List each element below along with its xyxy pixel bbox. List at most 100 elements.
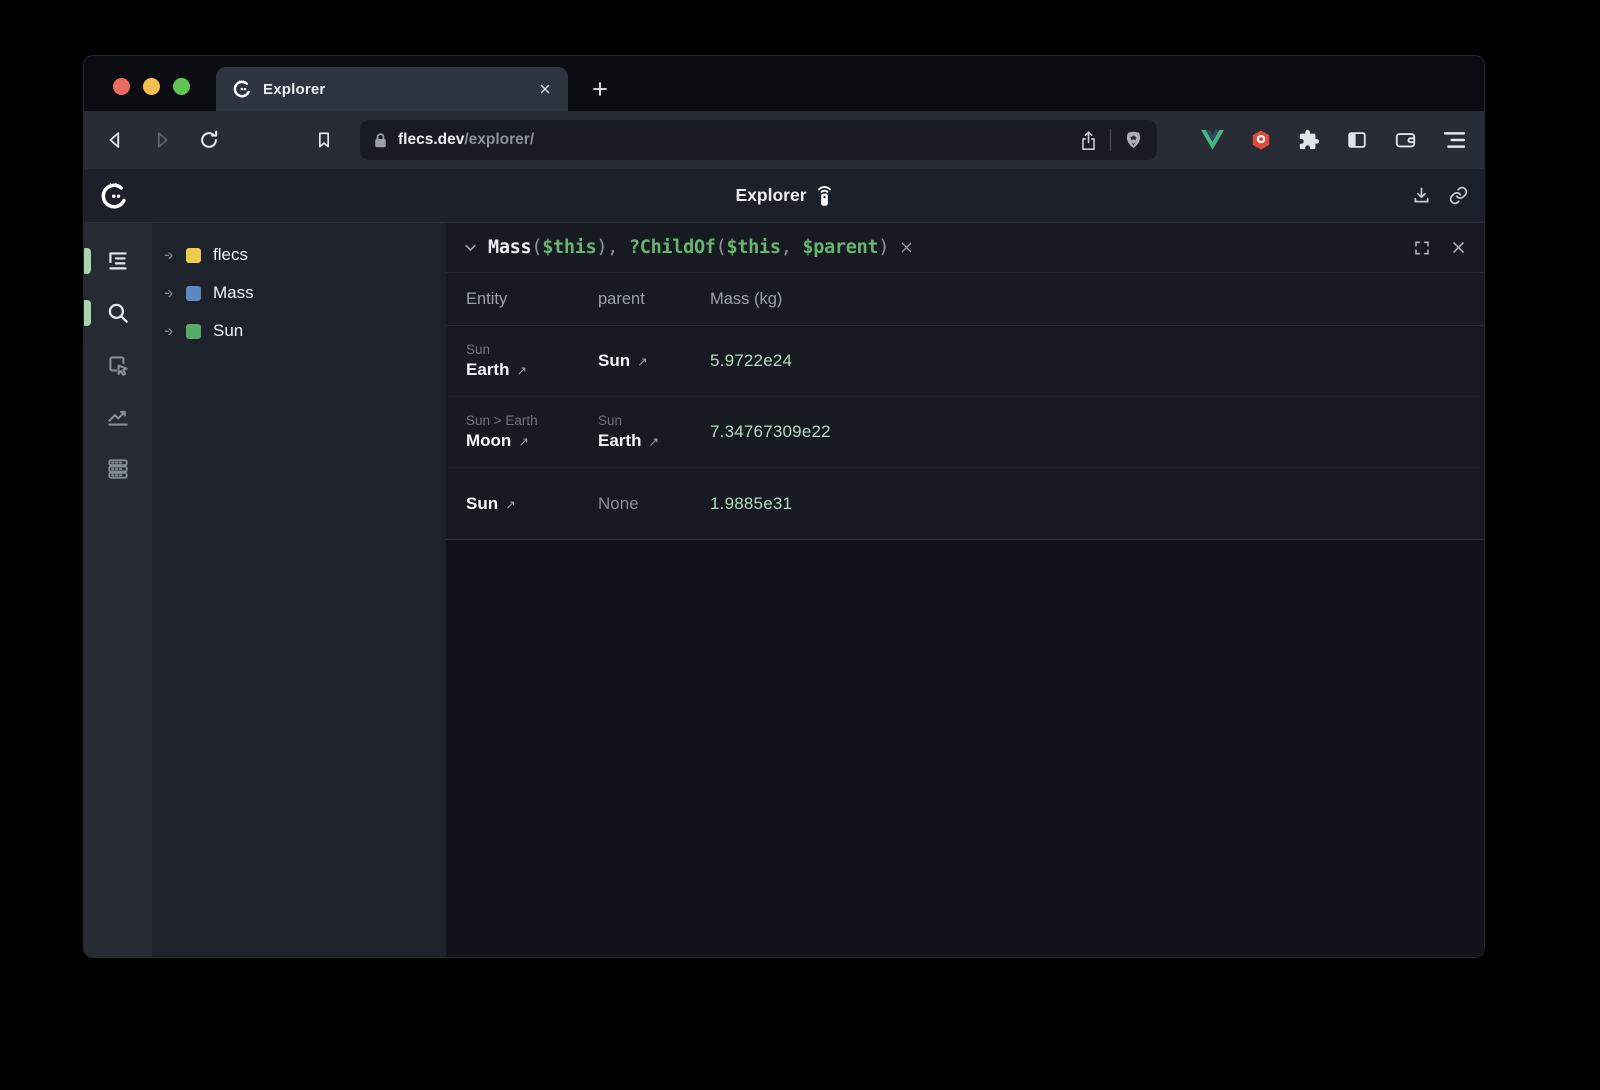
table-row: Sun > Earth Moon↗ Sun Earth↗ 7.34767309e22 — [446, 397, 1484, 468]
entity-link[interactable]: Moon↗ — [466, 431, 590, 451]
extension-icons — [1201, 129, 1466, 151]
tree-item-label: Sun — [213, 321, 243, 341]
bookmark-icon[interactable] — [314, 130, 334, 150]
tab-title: Explorer — [263, 81, 527, 98]
tree-panel-icon — [105, 248, 131, 274]
flecs-favicon-icon — [232, 79, 252, 99]
share-icon[interactable] — [1079, 130, 1098, 151]
lock-icon — [373, 132, 388, 149]
entity-cell: Sun > Earth Moon↗ — [466, 403, 598, 461]
entity-link[interactable]: Earth↗ — [466, 360, 590, 380]
brave-shield-icon[interactable] — [1123, 129, 1144, 151]
parent-cell: Sun Earth↗ — [598, 403, 710, 461]
tab-bar: Explorer — [84, 56, 1484, 111]
browser-window: Explorer flecs.dev /explorer/ — [83, 55, 1485, 958]
query-clear-icon[interactable] — [899, 240, 914, 255]
tree-item-label: flecs — [213, 245, 248, 265]
expand-arrow-icon[interactable]: -› — [164, 245, 186, 265]
back-icon[interactable] — [102, 127, 128, 153]
traffic-lights — [113, 78, 190, 95]
new-tab-button[interactable] — [586, 75, 614, 103]
column-parent: parent — [598, 290, 710, 309]
column-entity: Entity — [466, 290, 598, 309]
open-entity-arrow-icon[interactable]: ↗ — [648, 435, 658, 449]
link-icon[interactable] — [1448, 185, 1469, 206]
query-expression[interactable]: Mass($this), ?ChildOf($this, $parent) — [488, 237, 889, 258]
remote-connection-icon — [816, 184, 833, 207]
entity-color-swatch — [186, 248, 201, 263]
url-bar[interactable]: flecs.dev /explorer/ — [360, 120, 1157, 160]
table-row: Sun Earth↗ Sun↗ 5.9722e24 — [446, 326, 1484, 397]
entity-cell: Sun↗ — [466, 484, 598, 524]
open-entity-arrow-icon[interactable]: ↗ — [518, 435, 528, 449]
close-panel-icon[interactable] — [1450, 239, 1467, 256]
close-window-button[interactable] — [113, 78, 130, 95]
entity-path: Sun — [466, 342, 590, 357]
active-pill — [83, 248, 91, 274]
memory-rows-icon — [105, 456, 131, 482]
browser-toolbar: flecs.dev /explorer/ — [84, 111, 1484, 169]
flecs-logo-icon[interactable] — [99, 181, 129, 211]
sidebar-item-memory[interactable] — [84, 443, 152, 495]
column-mass: Mass (kg) — [710, 290, 1484, 309]
entity-color-swatch — [186, 324, 201, 339]
active-pill — [83, 300, 91, 326]
chevron-down-icon[interactable] — [463, 240, 478, 255]
entity-cell: Sun Earth↗ — [466, 332, 598, 390]
hexagon-extension-icon[interactable] — [1250, 129, 1272, 151]
result-table-body: SunEarth↗Sun↗5.9722e24Sun > EarthMoon↗Su… — [446, 326, 1484, 540]
sidebar-item-stats[interactable] — [84, 391, 152, 443]
vue-devtools-icon[interactable] — [1201, 130, 1224, 150]
query-header: Mass($this), ?ChildOf($this, $parent) — [446, 223, 1484, 273]
sidebar-toggle-icon[interactable] — [1346, 129, 1368, 151]
open-entity-arrow-icon[interactable]: ↗ — [505, 498, 515, 512]
fullscreen-icon[interactable] — [1413, 239, 1431, 257]
app-header: Explorer — [84, 169, 1484, 223]
url-domain: flecs.dev — [398, 131, 464, 149]
tab-explorer[interactable]: Explorer — [216, 67, 568, 111]
parent-cell: Sun↗ — [598, 341, 710, 381]
sidebar-item-inspector[interactable] — [84, 339, 152, 391]
entity-color-swatch — [186, 286, 201, 301]
entity-path: Sun — [598, 413, 702, 428]
table-row: Sun↗ None 1.9885e31 — [446, 468, 1484, 539]
zoom-window-button[interactable] — [173, 78, 190, 95]
app-content: -› flecs -› Mass -› Sun Mass($this), ?ChildOf… — [84, 223, 1484, 957]
reload-icon[interactable] — [196, 127, 222, 153]
stats-chart-icon — [105, 404, 131, 430]
entity-link[interactable]: Earth↗ — [598, 431, 702, 451]
expand-arrow-icon[interactable]: -› — [164, 321, 186, 341]
forward-icon — [149, 127, 175, 153]
result-table-header: Entity parent Mass (kg) — [446, 273, 1484, 326]
panel-icon-sidebar — [84, 223, 152, 957]
tree-item-label: Mass — [213, 283, 254, 303]
url-bar-divider — [1110, 129, 1111, 151]
parent-cell: None — [598, 484, 710, 524]
open-entity-arrow-icon[interactable]: ↗ — [637, 355, 647, 369]
tab-close-icon[interactable] — [538, 82, 552, 96]
mass-value: 5.9722e24 — [710, 341, 1484, 381]
entity-link[interactable]: Sun↗ — [466, 494, 590, 514]
expand-arrow-icon[interactable]: -› — [164, 283, 186, 303]
tree-item-Sun[interactable]: -› Sun — [164, 312, 446, 350]
sidebar-item-tree[interactable] — [84, 235, 152, 287]
entity-link[interactable]: Sun↗ — [598, 351, 702, 371]
query-panel: Mass($this), ?ChildOf($this, $parent) En… — [446, 223, 1484, 957]
download-icon[interactable] — [1411, 185, 1432, 206]
search-icon — [105, 300, 131, 326]
mass-value: 1.9885e31 — [710, 484, 1484, 524]
parent-none: None — [598, 494, 702, 514]
url-path: /explorer/ — [464, 131, 534, 149]
tree-item-Mass[interactable]: -› Mass — [164, 274, 446, 312]
tree-item-flecs[interactable]: -› flecs — [164, 236, 446, 274]
menu-icon[interactable] — [1443, 131, 1466, 149]
wallet-icon[interactable] — [1394, 129, 1417, 151]
page-title: Explorer — [736, 185, 807, 206]
minimize-window-button[interactable] — [143, 78, 160, 95]
entity-path: Sun > Earth — [466, 413, 590, 428]
sidebar-item-search[interactable] — [84, 287, 152, 339]
mass-value: 7.34767309e22 — [710, 412, 1484, 452]
panel-empty-area — [446, 540, 1484, 957]
extensions-puzzle-icon[interactable] — [1298, 129, 1320, 151]
open-entity-arrow-icon[interactable]: ↗ — [516, 364, 526, 378]
